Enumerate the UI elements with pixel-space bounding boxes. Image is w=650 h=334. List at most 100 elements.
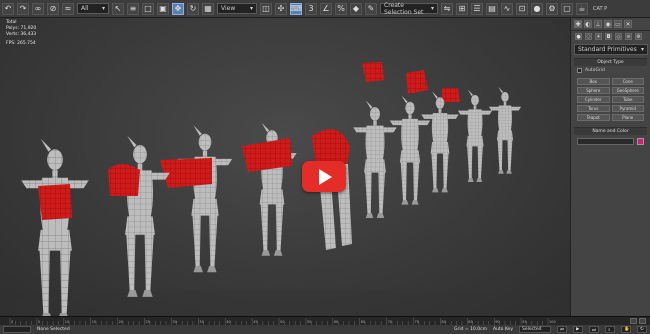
graphite-ribbon-icon[interactable]: ▤ — [486, 2, 498, 15]
space-warps-icon[interactable]: ≋ — [625, 33, 632, 40]
create-tab-icon[interactable]: ✚ — [574, 20, 582, 28]
mirror-icon[interactable]: ⇋ — [441, 2, 453, 15]
primitive-type-value: Standard Primitives — [578, 46, 637, 53]
autogrid-row: AutoGrid — [574, 66, 647, 75]
utilities-tab-icon[interactable]: ✕ — [624, 20, 632, 28]
time-slider-track[interactable]: 0 5 10 15 20 25 30 35 40 45 50 55 60 65 70 75 80 85 90 95 10… — [0, 316, 650, 326]
timeline-frame-label: 25 — [146, 320, 150, 324]
cone-button[interactable]: Cone — [611, 78, 644, 85]
box-button[interactable]: Box — [577, 78, 610, 85]
systems-icon[interactable]: ⚙ — [635, 33, 642, 40]
bind-space-warp-icon[interactable]: ≈ — [62, 2, 74, 15]
select-manipulate-icon[interactable]: ✣ — [275, 2, 287, 15]
schematic-view-icon[interactable]: ⊡ — [516, 2, 528, 15]
chevron-down-icon: ▾ — [640, 46, 644, 53]
tube-button[interactable]: Tube — [611, 96, 644, 103]
select-and-scale-icon[interactable]: ▦ — [202, 2, 214, 15]
shapes-icon[interactable]: ◌ — [585, 33, 592, 40]
align-icon[interactable]: ⊞ — [456, 2, 468, 15]
cameras-icon[interactable]: ◘ — [605, 33, 612, 40]
timeline-frame-label: 10 — [65, 320, 69, 324]
character-poses-scene — [0, 62, 570, 316]
goto-start-icon[interactable]: ⏮ — [557, 326, 567, 333]
hierarchy-tab-icon[interactable]: ⊥ — [594, 20, 602, 28]
snaps-toggle-icon[interactable]: 3 — [305, 2, 317, 15]
lights-icon[interactable]: ☀ — [595, 33, 602, 40]
keyboard-shortcut-override-icon[interactable]: ⌨ — [290, 2, 302, 15]
object-type-title[interactable]: Object Type — [574, 59, 647, 66]
autokey-label[interactable]: Auto Key — [493, 327, 513, 332]
named-selection-value: Create Selection Set — [384, 1, 424, 16]
zoom-icon[interactable]: ⌕ — [605, 326, 615, 333]
select-and-rotate-icon[interactable]: ↻ — [187, 2, 199, 15]
reference-coordinate-dropdown[interactable]: View ▾ — [217, 3, 257, 14]
timeline-frame-label: 70 — [388, 320, 392, 324]
geosphere-button[interactable]: GeoSphere — [611, 87, 644, 94]
timeline-frame-label: 95 — [522, 320, 526, 324]
zoom-extents-icon[interactable] — [639, 318, 646, 324]
angle-snap-icon[interactable]: ∠ — [320, 2, 332, 15]
select-by-name-icon[interactable]: ≡ — [127, 2, 139, 15]
object-color-swatch[interactable] — [637, 138, 644, 145]
play-button[interactable] — [302, 161, 346, 192]
link-icon[interactable]: ∞ — [32, 2, 44, 15]
object-type-buttons: Box Cone Sphere GeoSphere Cylinder Tube … — [574, 75, 647, 124]
motion-tab-icon[interactable]: ◉ — [604, 20, 612, 28]
rectangular-selection-icon[interactable]: □ — [142, 2, 154, 15]
orbit-icon[interactable]: ↻ — [637, 326, 647, 333]
torus-button[interactable]: Torus — [577, 105, 610, 112]
named-selection-dropdown[interactable]: Create Selection Set ▾ — [380, 1, 438, 16]
command-panel: ✚ ◐ ⊥ ◉ ▭ ✕ ● ◌ ☀ ◘ ◇ ≋ ⚙ Standard Primi… — [570, 18, 650, 316]
teapot-button[interactable]: Teapot — [577, 114, 610, 121]
rendered-frame-icon[interactable]: ▢ — [561, 2, 573, 15]
chevron-down-icon: ▾ — [249, 5, 253, 12]
timeline-frame-label: 80 — [441, 320, 445, 324]
redo-icon[interactable]: ↷ — [17, 2, 29, 15]
timeline-frame-label: 35 — [199, 320, 203, 324]
maxscript-listener[interactable] — [3, 326, 31, 333]
select-object-icon[interactable]: ↖ — [112, 2, 124, 15]
edit-named-selection-icon[interactable]: ✎ — [365, 2, 377, 15]
material-editor-icon[interactable]: ● — [531, 2, 543, 15]
timeline-frame-label: 90 — [495, 320, 499, 324]
main-toolbar: ↶ ↷ ∞ ⊘ ≈ All ▾ ↖ ≡ □ ▣ ✥ ↻ ▦ View ▾ ◫ ✣… — [0, 0, 650, 18]
timeline-frame-label: 30 — [172, 320, 176, 324]
display-tab-icon[interactable]: ▭ — [614, 20, 622, 28]
timeline-frame-label: 65 — [361, 320, 365, 324]
timeline-frame-label: 50 — [280, 320, 284, 324]
render-setup-icon[interactable]: ⚙ — [546, 2, 558, 15]
select-and-move-icon[interactable]: ✥ — [172, 2, 184, 15]
cylinder-button[interactable]: Cylinder — [577, 96, 610, 103]
render-production-icon[interactable]: ☕ — [576, 2, 588, 15]
unlink-icon[interactable]: ⊘ — [47, 2, 59, 15]
create-category-icons: ● ◌ ☀ ◘ ◇ ≋ ⚙ — [571, 31, 650, 42]
autogrid-checkbox[interactable] — [577, 68, 582, 73]
curve-editor-icon[interactable]: ∿ — [501, 2, 513, 15]
helpers-icon[interactable]: ◇ — [615, 33, 622, 40]
timeline-frame-label: 55 — [307, 320, 311, 324]
undo-icon[interactable]: ↶ — [2, 2, 14, 15]
sphere-button[interactable]: Sphere — [577, 87, 610, 94]
reference-coordinate-value: View — [221, 5, 236, 12]
key-filters-icon[interactable] — [630, 318, 637, 324]
name-and-color-rollout: Name and Color — [574, 127, 647, 148]
pyramid-button[interactable]: Pyramid — [611, 105, 644, 112]
geometry-icon[interactable]: ● — [575, 33, 582, 40]
plane-button[interactable]: Plane — [611, 114, 644, 121]
modify-tab-icon[interactable]: ◐ — [584, 20, 592, 28]
pivot-center-icon[interactable]: ◫ — [260, 2, 272, 15]
play-animation-icon[interactable]: ▶ — [573, 326, 583, 333]
window-crossing-icon[interactable]: ▣ — [157, 2, 169, 15]
autokey-selection-field[interactable]: Selected — [519, 326, 551, 333]
selection-filter-dropdown[interactable]: All ▾ — [77, 3, 109, 14]
spinner-snap-icon[interactable]: ◆ — [350, 2, 362, 15]
primitive-type-dropdown[interactable]: Standard Primitives ▾ — [574, 44, 648, 55]
object-type-rollout: Object Type AutoGrid Box Cone Sphere Geo… — [574, 58, 647, 124]
goto-end-icon[interactable]: ⏭ — [589, 326, 599, 333]
percent-snap-icon[interactable]: % — [335, 2, 347, 15]
pan-icon[interactable]: ✋ — [621, 326, 631, 333]
name-and-color-title[interactable]: Name and Color — [574, 128, 647, 135]
object-name-field[interactable] — [577, 138, 634, 145]
layer-manager-icon[interactable]: ☰ — [471, 2, 483, 15]
perspective-viewport[interactable]: Total Polys: 71,920 Verts: 36,433 FPS: 2… — [0, 18, 570, 316]
